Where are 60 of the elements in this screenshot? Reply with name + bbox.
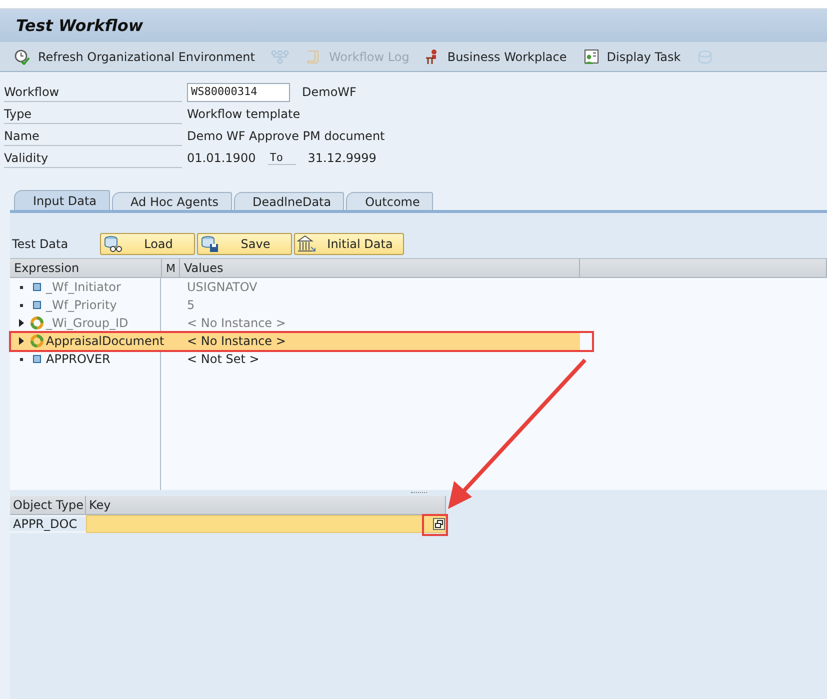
square-icon — [33, 355, 41, 363]
splitter-grip[interactable] — [410, 492, 426, 494]
field-value: 31.12.9999 — [308, 151, 376, 165]
clock-check-icon — [14, 48, 30, 64]
database-glasses-icon — [103, 235, 123, 253]
square-icon — [33, 301, 41, 309]
tab[interactable]: Ad Hoc Agents — [112, 192, 232, 210]
database-disk-icon — [200, 235, 220, 253]
table-cell: APPR_DOC — [10, 517, 86, 531]
field-label: To — [268, 151, 296, 165]
windows-icon — [435, 520, 443, 528]
load-button[interactable]: Load — [100, 233, 195, 255]
tree-row[interactable]: APPROVER < Not Set > — [10, 350, 827, 368]
value-text: 5 — [186, 298, 195, 312]
ring-icon — [30, 316, 44, 330]
initial-button[interactable]: Initial Data — [294, 233, 404, 255]
tab[interactable]: DeadlneData — [234, 192, 344, 210]
field-value: DemoWF — [302, 85, 356, 99]
cylinder-icon — [696, 50, 713, 64]
highlight-frame — [422, 514, 448, 536]
column-header[interactable]: M — [162, 259, 180, 277]
expand-icon[interactable] — [18, 337, 24, 345]
expression-text: _Wf_Initiator — [46, 280, 122, 294]
tab[interactable]: Outcome — [346, 192, 433, 210]
toolbar-button[interactable]: Refresh Organizational Environment — [10, 46, 259, 66]
toolbar-button[interactable]: Business Workplace — [421, 46, 571, 66]
field-value: Demo WF Approve PM document — [187, 129, 385, 143]
value-help-button[interactable] — [433, 518, 445, 530]
tree-row[interactable]: AppraisalDocument < No Instance > — [10, 332, 580, 350]
expression-text: _Wi_Group_ID — [46, 316, 130, 330]
field-value: Workflow template — [187, 107, 300, 121]
column-header[interactable]: Expression — [10, 259, 162, 277]
field-label: Type — [4, 104, 182, 124]
hierarchy-icon — [270, 50, 289, 64]
window-title: Test Workflow — [0, 9, 827, 42]
task-card-icon — [582, 48, 599, 64]
column-header[interactable]: Object Type — [10, 496, 86, 514]
tab[interactable]: Input Data — [14, 190, 110, 210]
value-text: < No Instance > — [186, 316, 286, 330]
column-header[interactable]: Values — [180, 259, 580, 277]
save-button[interactable]: Save — [197, 233, 292, 255]
key-input-field[interactable] — [86, 515, 446, 533]
toolbar-button[interactable]: Display Task — [578, 46, 685, 66]
square-icon — [33, 283, 41, 291]
value-text: USIGNATOV — [186, 280, 258, 294]
field-label: Validity — [4, 148, 182, 168]
expression-text: _Wf_Priority — [46, 298, 118, 312]
value-text: < No Instance > — [186, 334, 286, 348]
expression-text: AppraisalDocument — [46, 334, 164, 348]
field-label: Name — [4, 126, 182, 146]
value-text: < Not Set > — [186, 352, 260, 366]
section-label: Test Data — [12, 237, 70, 251]
field-label: Workflow — [4, 82, 182, 102]
expression-text: APPROVER — [46, 352, 112, 366]
input-field[interactable]: WS80000314 — [187, 82, 290, 102]
desk-person-icon — [425, 48, 440, 64]
field-value: 01.01.1900 — [187, 151, 256, 165]
ring-icon — [30, 334, 44, 348]
building-arrow-icon — [297, 235, 317, 253]
column-header[interactable]: Key — [86, 496, 446, 514]
